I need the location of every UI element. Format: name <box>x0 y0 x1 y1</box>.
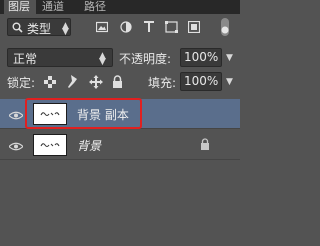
toggle-filter-icon[interactable] <box>219 18 231 36</box>
filter-type-label: 类型 <box>27 22 52 36</box>
tab-layers[interactable]: 图层 <box>4 0 36 14</box>
fill-label: 填充: <box>148 76 177 90</box>
lock-all-icon[interactable] <box>112 75 123 88</box>
visibility-eye-icon[interactable] <box>8 109 24 123</box>
adjustment-filter-icon[interactable] <box>120 21 132 33</box>
type-filter-icon[interactable] <box>143 20 155 33</box>
tab-channels[interactable]: 通道 <box>38 0 70 14</box>
tab-paths[interactable]: 路径 <box>80 0 112 14</box>
lock-transparent-pixels-icon[interactable] <box>44 76 56 88</box>
fill-dropdown-arrow-icon[interactable]: ▼ <box>226 77 233 87</box>
opacity-input[interactable]: 100% <box>180 48 222 67</box>
lock-position-icon[interactable] <box>89 75 103 89</box>
chevron-down-icon: ▼ <box>99 57 106 67</box>
smart-object-filter-icon[interactable] <box>188 21 200 33</box>
blend-mode-value: 正常 <box>13 52 38 66</box>
filter-type-dropdown[interactable]: 类型 ▲ ▼ <box>7 18 71 37</box>
opacity-value: 100% <box>184 50 219 64</box>
shape-filter-icon[interactable] <box>165 21 178 33</box>
lock-image-pixels-icon[interactable] <box>68 75 78 89</box>
fill-value: 100% <box>184 74 219 88</box>
layer-row-background-copy[interactable]: 背景 副本 <box>0 99 240 129</box>
layer-name: 背景 副本 <box>77 108 129 122</box>
layer-row-background[interactable]: 背景 <box>0 130 240 160</box>
opacity-dropdown-arrow-icon[interactable]: ▼ <box>226 53 233 63</box>
lock-label: 锁定: <box>7 76 36 90</box>
layers-list: 背景 副本 背景 <box>0 94 240 246</box>
layer-name: 背景 <box>77 139 102 153</box>
blend-mode-dropdown[interactable]: 正常 ▲ ▼ <box>7 48 113 67</box>
search-icon <box>12 22 23 33</box>
fill-input[interactable]: 100% <box>180 72 222 91</box>
image-filter-icon[interactable] <box>96 21 108 33</box>
visibility-eye-icon[interactable] <box>8 140 24 154</box>
opacity-label: 不透明度: <box>119 52 172 66</box>
panel-tab-bar: 图层 通道 路径 <box>0 0 240 14</box>
chevron-down-icon: ▼ <box>62 27 69 37</box>
layer-thumbnail <box>33 103 67 125</box>
layer-lock-icon <box>200 138 210 153</box>
layer-thumbnail <box>33 134 67 156</box>
